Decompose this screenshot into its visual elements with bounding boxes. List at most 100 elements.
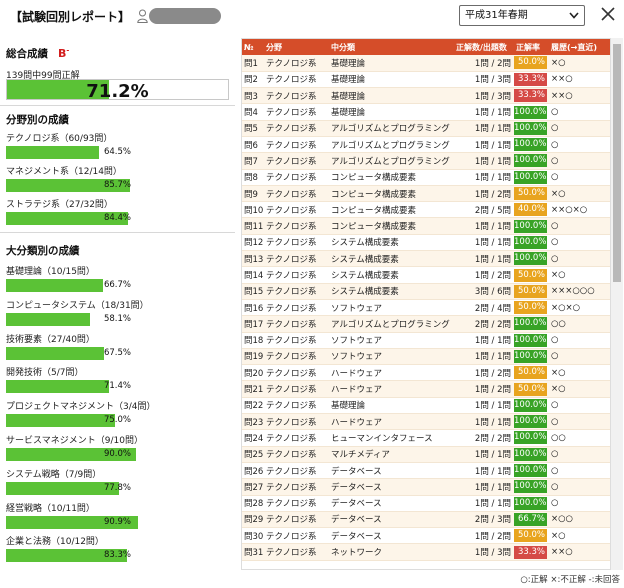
cell-ratio: 1問 / 1問	[454, 446, 514, 463]
table-row[interactable]: 問8 テクノロジ系 コンピュータ構成要素 1問 / 1問 100.0% ○	[242, 169, 610, 186]
exam-select-value: 平成31年春期	[465, 10, 528, 21]
table-row[interactable]: 問26 テクノロジ系 データベース 1問 / 1問 100.0% ○	[242, 462, 610, 480]
score-label: システム戦略（7/9問）	[6, 469, 102, 480]
cell-field: テクノロジ系	[264, 511, 329, 529]
close-icon[interactable]	[598, 4, 618, 24]
cell-rate: 50.0%	[514, 283, 549, 300]
table-row[interactable]: 問14 テクノロジ系 システム構成要素 1問 / 2問 50.0% ×○	[242, 266, 610, 284]
cell-history: ○	[549, 152, 610, 170]
table-row[interactable]: 問5 テクノロジ系 アルゴリズムとプログラミング 1問 / 1問 100.0% ○	[242, 120, 610, 137]
cell-history: ×○	[549, 380, 610, 398]
scrollbar-thumb[interactable]	[613, 44, 621, 282]
cell-rate: 40.0%	[514, 201, 549, 219]
table-row[interactable]: 問22 テクノロジ系 基礎理論 1問 / 1問 100.0% ○	[242, 397, 610, 415]
score-bar: 90.0%	[6, 448, 229, 461]
table-row[interactable]: 問21 テクノロジ系 ハードウェア 1問 / 2問 50.0% ×○	[242, 380, 610, 398]
table-row[interactable]: 問17 テクノロジ系 アルゴリズムとプログラミング 2問 / 2問 100.0% ○○	[242, 315, 610, 333]
table-row[interactable]: 問24 テクノロジ系 ヒューマンインタフェース 2問 / 2問 100.0% ○○	[242, 429, 610, 447]
cell-no: 問12	[242, 234, 264, 252]
cell-no: 問4	[242, 103, 264, 121]
scrollbar[interactable]	[611, 38, 623, 570]
table-row[interactable]: 問9 テクノロジ系 コンピュータ構成要素 1問 / 2問 50.0% ×○	[242, 185, 610, 203]
table-row[interactable]: 問4 テクノロジ系 基礎理論 1問 / 1問 100.0% ○	[242, 103, 610, 121]
cell-category: ハードウェア	[329, 380, 454, 398]
cell-ratio: 1問 / 2問	[454, 364, 514, 382]
table-row[interactable]: 問27 テクノロジ系 データベース 1問 / 1問 100.0% ○	[242, 478, 610, 496]
rate-chip: 40.0%	[514, 203, 547, 217]
table-row[interactable]: 問2 テクノロジ系 基礎理論 1問 / 3問 33.3% ××○	[242, 71, 610, 89]
score-pct: 90.9%	[103, 516, 131, 527]
rate-chip: 50.0%	[514, 284, 547, 298]
cell-rate: 100.0%	[514, 429, 549, 447]
col-header-ratio[interactable]: 正解数/出題数	[454, 39, 514, 55]
cell-field: テクノロジ系	[264, 217, 329, 235]
score-label: 開発技術（5/7問）	[6, 368, 84, 379]
col-header-rate[interactable]: 正解率	[514, 39, 549, 55]
cell-rate: 100.0%	[514, 462, 549, 480]
rate-chip: 100.0%	[514, 105, 547, 119]
exam-select[interactable]: 平成31年春期	[459, 5, 585, 26]
cell-history: ○	[549, 332, 610, 349]
table-row[interactable]: 問7 テクノロジ系 アルゴリズムとプログラミング 1問 / 1問 100.0% ○	[242, 152, 610, 170]
cell-ratio: 1問 / 1問	[454, 234, 514, 252]
cell-field: テクノロジ系	[264, 478, 329, 496]
table-row[interactable]: 問30 テクノロジ系 データベース 1問 / 2問 50.0% ×○	[242, 527, 610, 545]
table-row[interactable]: 問31 テクノロジ系 ネットワーク 1問 / 3問 33.3% ××○	[242, 543, 610, 561]
col-header-category[interactable]: 中分類	[329, 39, 454, 55]
rate-chip: 100.0%	[514, 235, 547, 249]
table-row[interactable]: 問23 テクノロジ系 ハードウェア 1問 / 1問 100.0% ○	[242, 413, 610, 431]
field-score-item: マネジメント系（12/14問） 85.7%	[6, 164, 231, 194]
table-row[interactable]: 問11 テクノロジ系 コンピュータ構成要素 1問 / 1問 100.0% ○	[242, 217, 610, 235]
cell-ratio: 1問 / 3問	[454, 71, 514, 89]
table-row[interactable]: 問13 テクノロジ系 システム構成要素 1問 / 1問 100.0% ○	[242, 250, 610, 268]
cell-no: 問20	[242, 364, 264, 382]
cell-no: 問3	[242, 87, 264, 105]
cell-category: アルゴリズムとプログラミング	[329, 315, 454, 333]
cell-rate: 50.0%	[514, 55, 549, 72]
cell-history: ○	[549, 103, 610, 121]
col-header-field[interactable]: 分野	[264, 39, 329, 55]
table-row[interactable]: 問18 テクノロジ系 ソフトウェア 1問 / 1問 100.0% ○	[242, 332, 610, 349]
question-results-table-area[interactable]: № 分野 中分類 正解数/出題数 正解率 履歴(→直近) 問1 テクノロジ系 基礎理…	[241, 38, 611, 570]
table-row[interactable]: 問12 テクノロジ系 システム構成要素 1問 / 1問 100.0% ○	[242, 234, 610, 252]
cell-no: 問14	[242, 266, 264, 284]
table-row[interactable]: 問16 テクノロジ系 ソフトウェア 2問 / 4問 50.0% ×○×○	[242, 299, 610, 317]
col-header-history[interactable]: 履歴(→直近)	[549, 39, 610, 55]
cell-rate: 100.0%	[514, 103, 549, 121]
cell-field: テクノロジ系	[264, 169, 329, 186]
cell-rate: 50.0%	[514, 266, 549, 284]
rate-chip: 100.0%	[514, 415, 547, 429]
cell-rate: 100.0%	[514, 169, 549, 186]
cell-rate: 100.0%	[514, 478, 549, 496]
table-row[interactable]: 問15 テクノロジ系 システム構成要素 3問 / 6問 50.0% ×××○○○	[242, 283, 610, 300]
cell-category: ソフトウェア	[329, 332, 454, 349]
major-score-item: コンピュータシステム（18/31問） 58.1%	[6, 298, 231, 328]
rate-chip: 100.0%	[514, 480, 547, 494]
table-row[interactable]: 問6 テクノロジ系 アルゴリズムとプログラミング 1問 / 1問 100.0% ○	[242, 136, 610, 154]
score-label: ストラテジ系（27/32問）	[6, 200, 113, 210]
cell-field: テクノロジ系	[264, 380, 329, 398]
major-score-item: 基礎理論（10/15問） 66.7%	[6, 264, 231, 294]
table-row[interactable]: 問20 テクノロジ系 ハードウェア 1問 / 2問 50.0% ×○	[242, 364, 610, 382]
table-row[interactable]: 問25 テクノロジ系 マルチメディア 1問 / 1問 100.0% ○	[242, 446, 610, 463]
report-header: 【試験回別レポート】 平成31年春期	[0, 0, 624, 34]
table-row[interactable]: 問28 テクノロジ系 データベース 1問 / 1問 100.0% ○	[242, 495, 610, 512]
cell-history: ○○	[549, 429, 610, 447]
cell-history: ○	[549, 234, 610, 252]
score-bar: 71.4%	[6, 380, 229, 394]
cell-history: ×○	[549, 55, 610, 72]
table-row[interactable]: 問1 テクノロジ系 基礎理論 1問 / 2問 50.0% ×○	[242, 55, 610, 72]
col-header-no[interactable]: №	[242, 39, 264, 55]
cell-rate: 100.0%	[514, 348, 549, 366]
table-row[interactable]: 問3 テクノロジ系 基礎理論 1問 / 3問 33.3% ××○	[242, 87, 610, 105]
rate-chip: 50.0%	[514, 301, 547, 315]
score-bar: 85.7%	[6, 179, 229, 192]
cell-category: システム構成要素	[329, 266, 454, 284]
table-row[interactable]: 問29 テクノロジ系 データベース 2問 / 3問 66.7% ×○○	[242, 511, 610, 529]
table-row[interactable]: 問10 テクノロジ系 コンピュータ構成要素 2問 / 5問 40.0% ××○×○	[242, 201, 610, 219]
score-bar: 58.1%	[6, 312, 229, 326]
table-row[interactable]: 問19 テクノロジ系 ソフトウェア 1問 / 1問 100.0% ○	[242, 348, 610, 366]
score-pct: 77.8%	[103, 482, 131, 493]
cell-ratio: 1問 / 1問	[454, 462, 514, 480]
score-pct: 71.4%	[103, 381, 131, 392]
